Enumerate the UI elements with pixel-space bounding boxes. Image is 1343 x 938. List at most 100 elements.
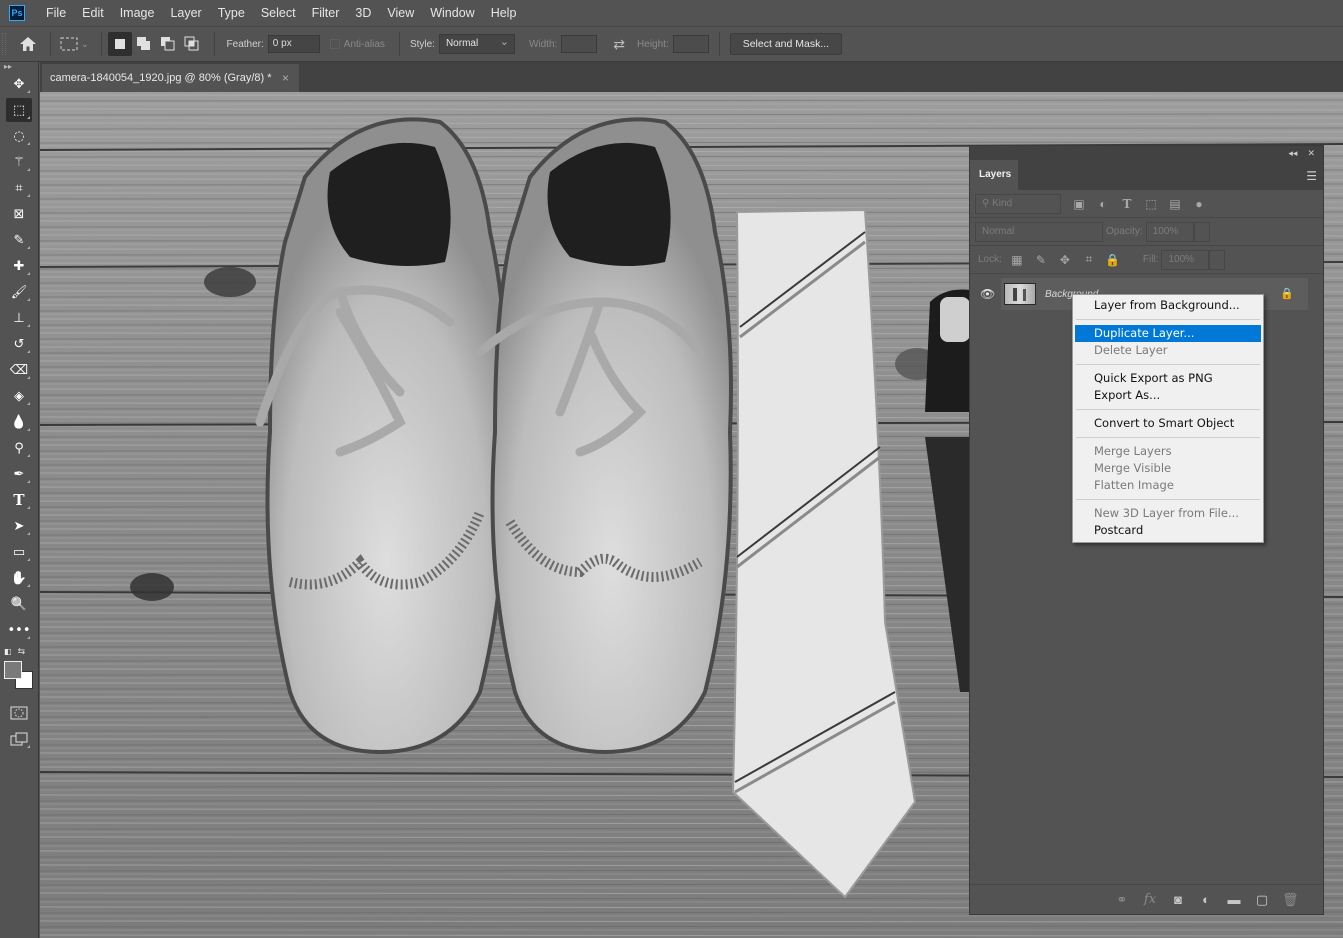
brush-tool[interactable]: 🖌 [6, 280, 32, 304]
eraser-tool[interactable]: ⌫ [6, 358, 32, 382]
document-tab[interactable]: camera-1840054_1920.jpg @ 80% (Gray/8) *… [42, 64, 299, 92]
home-icon [20, 37, 36, 51]
magic-wand-tool[interactable]: ⚚ [6, 150, 32, 174]
menu-item-layer-from-background[interactable]: Layer from Background... [1075, 297, 1261, 314]
feather-input[interactable]: 0 px [267, 35, 320, 53]
filter-adjustment-layers-icon[interactable]: ◐ [1091, 197, 1115, 211]
menu-item-postcard[interactable]: Postcard [1075, 522, 1261, 539]
collapse-panel-icon[interactable]: ◂◂ [1288, 148, 1297, 159]
menu-item-merge-visible: Merge Visible [1094, 461, 1172, 475]
new-adjustment-layer-icon[interactable]: ◐ [1198, 892, 1214, 907]
swap-colors-icon[interactable]: ⇆ [18, 646, 26, 657]
zoom-tool[interactable]: 🔍 [6, 592, 32, 616]
blur-tool[interactable]: 💧 [6, 410, 32, 434]
lock-image-pixels-icon[interactable]: ✎ [1029, 253, 1053, 267]
history-brush-icon: ↺ [13, 336, 25, 352]
paint-bucket-tool[interactable]: ◈ [6, 384, 32, 408]
filter-pixel-layers-icon[interactable]: ▣ [1067, 197, 1091, 211]
frame-icon: ⊠ [13, 206, 25, 222]
height-input[interactable] [672, 35, 709, 53]
screen-mode-button[interactable] [6, 727, 32, 751]
menu-help[interactable]: Help [491, 6, 517, 20]
layer-lock-icon[interactable]: 🔒 [1280, 287, 1294, 300]
menu-file[interactable]: File [46, 6, 66, 20]
healing-brush-tool[interactable]: ✚ [6, 254, 32, 278]
menu-type[interactable]: Type [218, 6, 245, 20]
panel-menu-icon[interactable]: ☰ [1306, 169, 1317, 183]
layer-style-fx-icon[interactable]: fx [1142, 892, 1158, 907]
menu-item-quick-export-png[interactable]: Quick Export as PNG [1075, 370, 1261, 387]
collapse-toolbar-icon[interactable]: ▸▸ [0, 62, 38, 72]
menu-edit[interactable]: Edit [82, 6, 104, 20]
visibility-eye-icon[interactable]: 👁 [980, 287, 995, 301]
fill-dropdown[interactable] [1209, 249, 1226, 270]
filter-toggle-icon[interactable]: ● [1187, 197, 1211, 211]
filter-smart-objects-icon[interactable]: ▤ [1163, 197, 1187, 211]
select-and-mask-button[interactable]: Select and Mask... [729, 33, 843, 55]
menu-layer[interactable]: Layer [170, 6, 201, 20]
blend-mode-select[interactable]: Normal [975, 221, 1103, 242]
menu-select[interactable]: Select [261, 6, 296, 20]
filter-kind-select[interactable]: ⚲ Kind [975, 193, 1061, 214]
close-panel-icon[interactable]: ✕ [1307, 148, 1315, 159]
link-layers-icon[interactable]: ⚭ [1114, 892, 1130, 908]
opacity-dropdown[interactable] [1193, 221, 1210, 242]
menu-window[interactable]: Window [430, 6, 474, 20]
lock-transparent-pixels-icon[interactable]: ▦ [1005, 253, 1029, 267]
options-bar-grip[interactable] [2, 33, 6, 55]
panel-header: ◂◂ ✕ [970, 146, 1323, 160]
foreground-color-swatch[interactable] [4, 661, 22, 679]
menu-filter[interactable]: Filter [312, 6, 340, 20]
frame-tool[interactable]: ⊠ [6, 202, 32, 226]
delete-layer-trash-icon[interactable]: 🗑 [1282, 892, 1299, 908]
rectangle-tool[interactable]: ▭ [6, 540, 32, 564]
chevron-down-icon[interactable]: ⌄ [81, 39, 89, 50]
rectangular-marquee-tool[interactable]: ⬚ [6, 98, 32, 122]
filter-type-layers-icon[interactable]: T [1115, 197, 1139, 211]
edit-toolbar[interactable]: ••• [6, 618, 32, 642]
menu-image[interactable]: Image [120, 6, 155, 20]
tab-layers[interactable]: Layers [970, 160, 1018, 190]
pen-tool[interactable]: ✒ [6, 462, 32, 486]
width-input[interactable] [561, 35, 598, 53]
fill-input[interactable]: 100% [1161, 249, 1210, 270]
new-selection-button[interactable] [107, 32, 132, 56]
crop-tool[interactable]: ⌗ [6, 176, 32, 200]
menu-item-convert-smart-object[interactable]: Convert to Smart Object [1075, 415, 1261, 432]
home-button[interactable] [16, 32, 40, 56]
lock-artboard-icon[interactable]: ⌗ [1077, 252, 1101, 267]
layer-filter-row: ⚲ Kind ▣ ◐ T ⬚ ▤ ● [970, 190, 1323, 218]
add-to-selection-button[interactable] [132, 32, 156, 56]
type-tool[interactable]: T [6, 488, 32, 512]
quick-mask-button[interactable] [6, 701, 32, 725]
default-colors-icon[interactable]: ◧ [4, 647, 12, 656]
subtract-from-selection-button[interactable] [156, 32, 180, 56]
lock-position-icon[interactable]: ✥ [1053, 253, 1077, 267]
antialias-checkbox[interactable] [329, 39, 340, 49]
filter-kind-label: Kind [992, 197, 1013, 209]
move-tool[interactable]: ✥ [6, 72, 32, 96]
hand-tool[interactable]: ✋ [6, 566, 32, 590]
clone-stamp-tool[interactable]: ⊥ [6, 306, 32, 330]
new-layer-icon[interactable]: ▢ [1254, 892, 1270, 908]
eyedropper-tool[interactable]: ✎ [6, 228, 32, 252]
lock-all-icon[interactable]: 🔒 [1101, 253, 1125, 267]
path-selection-tool[interactable]: ➤ [6, 514, 32, 538]
layer-context-menu: Layer from Background... Duplicate Layer… [1072, 294, 1264, 543]
tool-preset-picker[interactable] [57, 32, 81, 56]
menu-3d[interactable]: 3D [355, 6, 371, 20]
opacity-input[interactable]: 100% [1145, 221, 1194, 242]
filter-shape-layers-icon[interactable]: ⬚ [1139, 197, 1163, 211]
history-brush-tool[interactable]: ↺ [6, 332, 32, 356]
style-select[interactable]: Normal [438, 34, 515, 54]
intersect-selection-button[interactable] [180, 32, 204, 56]
new-group-folder-icon[interactable]: ▬ [1226, 892, 1242, 907]
add-mask-icon[interactable]: ◙ [1170, 892, 1186, 907]
menu-item-export-as[interactable]: Export As... [1075, 387, 1261, 404]
close-tab-icon[interactable]: × [282, 71, 289, 85]
menu-item-duplicate-layer[interactable]: Duplicate Layer... [1075, 325, 1261, 342]
swap-dimensions-icon[interactable]: ⇄ [613, 36, 625, 53]
menu-view[interactable]: View [387, 6, 414, 20]
lasso-tool[interactable]: ◌ [6, 124, 32, 148]
dodge-tool[interactable]: ⚲ [6, 436, 32, 460]
